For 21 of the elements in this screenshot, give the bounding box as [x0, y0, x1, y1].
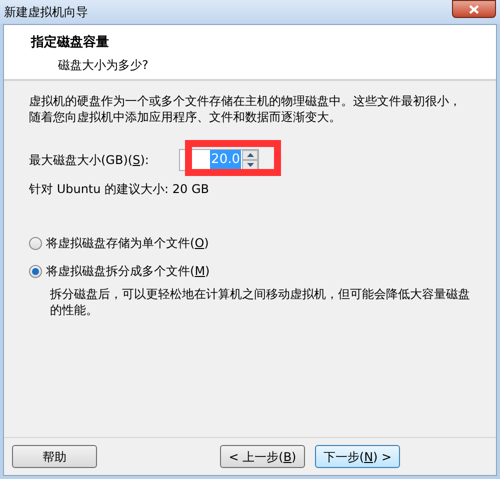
option-description: 拆分磁盘后，可以更轻松地在计算机之间移动虚拟机，但可能会降低大容量磁盘的性能。 — [50, 286, 471, 318]
next-button[interactable]: 下一步(N) > — [315, 445, 400, 468]
down-arrow-icon — [246, 163, 254, 167]
page-subtitle: 磁盘大小为多少? — [58, 56, 150, 74]
radio-option[interactable]: 将虚拟磁盘拆分成多个文件(M) — [29, 262, 210, 280]
recommendation-text: 针对 Ubuntu 的建议大小: 20 GB — [29, 181, 210, 198]
up-arrow-icon — [246, 153, 254, 157]
size-value: 20.0 — [210, 150, 241, 170]
radio-option[interactable]: 将虚拟磁盘存储为单个文件(O) — [29, 234, 209, 252]
help-button[interactable]: 帮助 — [12, 445, 97, 468]
radio-button[interactable] — [29, 236, 42, 250]
radio-button[interactable] — [29, 264, 42, 278]
intro-text: 虚拟机的硬盘作为一个或多个文件存储在主机的物理磁盘中。这些文件最初很小，随着您向虚拟机中添加应用程序、文件和数据而逐渐变大。 — [29, 93, 462, 125]
close-button[interactable] — [452, 0, 496, 18]
window-title: 新建虚拟机向导 — [4, 4, 88, 21]
close-icon — [469, 4, 479, 14]
decrement-button[interactable] — [242, 160, 258, 170]
field-label: 最大磁盘大小(GB)(S): — [29, 152, 150, 169]
page-title: 指定磁盘容量 — [31, 34, 110, 52]
increment-button[interactable] — [242, 150, 258, 160]
back-button[interactable]: < 上一步(B) — [220, 445, 305, 468]
